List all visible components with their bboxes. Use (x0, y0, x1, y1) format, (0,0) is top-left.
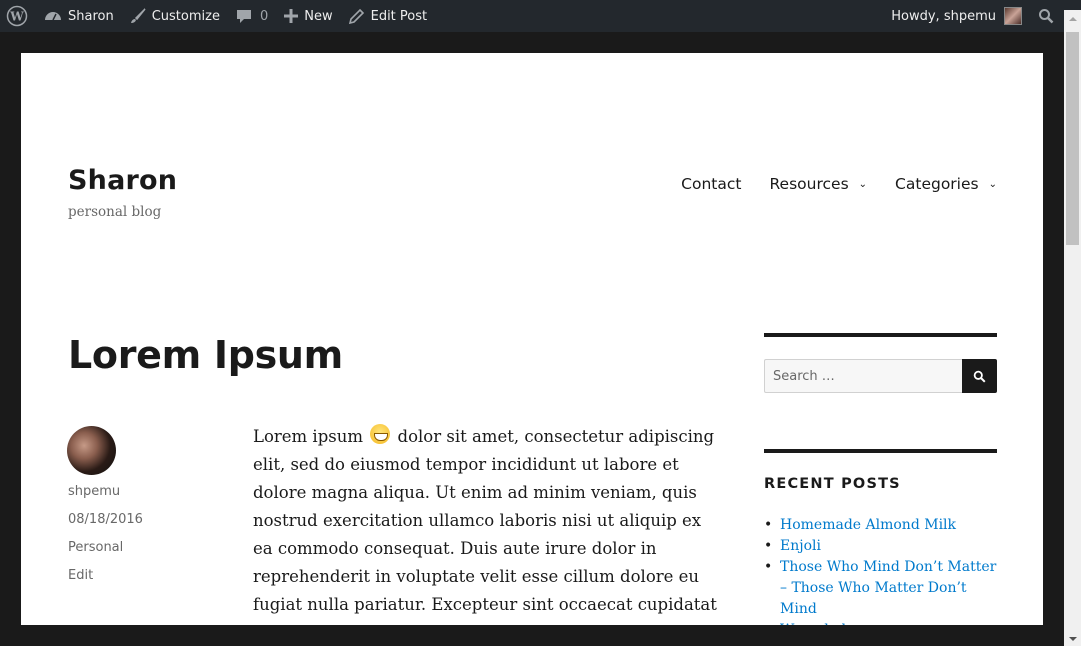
comments-link[interactable]: 0 (228, 0, 276, 32)
post-meta: shpemu 08/18/2016 Personal Edit (68, 483, 143, 595)
pencil-icon (348, 8, 364, 24)
list-item: Wounded (764, 620, 997, 625)
recent-post-link[interactable]: Those Who Mind Don’t Matter – Those Who … (780, 559, 996, 617)
post-title: Lorem Ipsum (68, 333, 343, 377)
post-edit-link[interactable]: Edit (68, 567, 143, 595)
grinning-emoji-icon (370, 424, 391, 444)
post-date-link[interactable]: 08/18/2016 (68, 511, 143, 539)
edit-post-link[interactable]: Edit Post (341, 0, 436, 32)
customize-label: Customize (151, 8, 220, 24)
site-page: Sharon personal blog Contact Resources ⌄… (21, 53, 1043, 625)
page-scrollbar[interactable] (1064, 10, 1081, 646)
widget-divider (764, 449, 997, 453)
comment-icon (236, 10, 251, 23)
search-submit-button[interactable] (962, 359, 997, 393)
my-account-link[interactable]: Howdy, shpemu (883, 0, 1030, 32)
content-text-rest: dolor sit amet, consectetur adipiscing e… (253, 427, 717, 614)
dashboard-icon (45, 12, 61, 21)
chevron-down-icon[interactable]: ⌄ (859, 179, 867, 190)
widget-divider (764, 333, 997, 337)
search-icon (973, 370, 986, 382)
edit-post-label: Edit Post (370, 8, 428, 24)
search-input[interactable] (764, 359, 962, 393)
list-item: Homemade Almond Milk (764, 515, 997, 536)
search-icon (1039, 9, 1054, 24)
post-content: Lorem ipsum dolor sit amet, consectetur … (253, 423, 723, 619)
paintbrush-icon (130, 8, 146, 23)
plus-icon (284, 9, 299, 23)
scroll-up-arrow-icon[interactable] (1069, 17, 1077, 21)
post-author-link[interactable]: shpemu (68, 483, 143, 511)
nav-item-label: Resources (769, 175, 849, 193)
recent-post-link[interactable]: Homemade Almond Milk (780, 517, 956, 533)
nav-item-categories[interactable]: Categories ⌄ (895, 175, 997, 193)
user-avatar-small (1004, 7, 1022, 25)
site-name-label: Sharon (68, 8, 114, 24)
new-label: New (304, 8, 333, 24)
site-description: personal blog (68, 204, 162, 220)
nav-item-label: Contact (681, 175, 742, 193)
scroll-down-arrow-icon[interactable] (1069, 637, 1077, 641)
wordpress-logo-button[interactable]: W (0, 0, 36, 32)
main-navigation: Contact Resources ⌄ Categories ⌄ (653, 175, 997, 193)
new-content-link[interactable]: New (276, 0, 340, 32)
recent-posts-list: Homemade Almond Milk Enjoli Those Who Mi… (764, 515, 997, 625)
admin-search-button[interactable] (1030, 0, 1062, 32)
customize-link[interactable]: Customize (122, 0, 228, 32)
recent-post-link[interactable]: Enjoli (780, 538, 821, 554)
site-name-link[interactable]: Sharon (36, 0, 122, 32)
nav-item-contact[interactable]: Contact (681, 175, 741, 193)
scroll-thumb[interactable] (1066, 32, 1079, 245)
list-item: Those Who Mind Don’t Matter – Those Who … (764, 557, 997, 620)
site-title[interactable]: Sharon (68, 165, 177, 196)
chevron-down-icon[interactable]: ⌄ (989, 179, 997, 190)
admin-bar: W Sharon Customize 0 New Edit Post Howdy… (0, 0, 1081, 32)
howdy-label: Howdy, shpemu (891, 8, 996, 24)
list-item: Enjoli (764, 536, 997, 557)
comments-count: 0 (259, 8, 269, 24)
author-avatar[interactable] (67, 426, 116, 475)
content-text-start: Lorem ipsum (253, 427, 364, 446)
nav-item-label: Categories (895, 175, 979, 193)
nav-item-resources[interactable]: Resources ⌄ (769, 175, 867, 193)
svg-text:W: W (9, 10, 24, 24)
search-form (764, 359, 997, 393)
wordpress-icon: W (6, 5, 28, 27)
post-category-link[interactable]: Personal (68, 539, 143, 567)
recent-post-link[interactable]: Wounded (780, 622, 846, 625)
recent-posts-title: RECENT POSTS (764, 476, 901, 492)
